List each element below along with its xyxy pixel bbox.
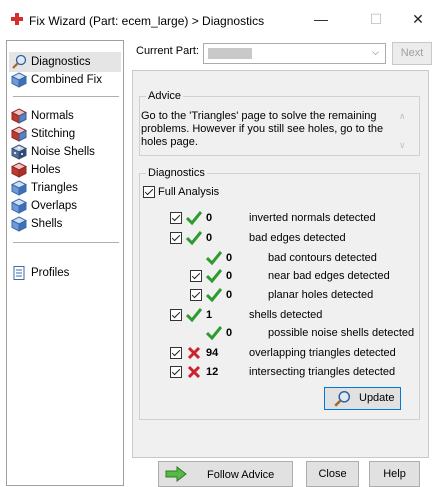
green-arrow-icon [165,466,187,482]
sidebar: Diagnostics Combined Fix Normals Stitchi… [6,40,124,486]
diagnostic-label: planar holes detected [268,289,374,301]
sidebar-item-label: Normals [31,110,74,122]
update-button[interactable]: Update [324,387,401,410]
update-label: Update [359,392,395,404]
diagnostic-count: 1 [206,309,213,321]
advice-group-title: Advice [146,90,184,102]
diagnostic-row-checkbox[interactable] [190,270,202,282]
chevron-down-icon: ⌵ [372,47,379,57]
sidebar-item-label: Holes [31,164,61,176]
diagnostic-label: possible noise shells detected [268,327,415,339]
current-part-label: Current Part: [136,45,199,57]
diagnostic-count: 94 [206,347,219,359]
sidebar-item-profiles[interactable]: Profiles [9,263,69,283]
green-check-icon [206,288,222,303]
diagnostic-row-checkbox[interactable] [170,347,182,359]
triangles-cube-icon [11,180,27,196]
green-check-icon [206,326,222,341]
stitching-cube-icon [11,126,27,142]
sidebar-divider [13,96,119,97]
magnifier-icon [12,54,27,69]
current-part-select[interactable]: ⌵ [203,43,386,64]
diagnostic-row-checkbox[interactable] [170,366,182,378]
sidebar-item-label: Diagnostics [31,56,91,68]
diagnostic-label: near bad edges detected [268,270,390,282]
sidebar-item-holes[interactable]: Holes [9,160,60,180]
diagnostic-label: intersecting triangles detected [249,366,396,378]
sidebar-item-overlaps[interactable]: Overlaps [9,196,77,216]
full-analysis-checkbox[interactable] [143,186,155,198]
sidebar-item-stitching[interactable]: Stitching [9,124,75,144]
diagnostic-label: overlapping triangles detected [249,347,396,359]
diagnostic-count: 0 [226,327,233,339]
green-check-icon [206,251,222,266]
diagnostic-count: 12 [206,366,219,378]
diagnostic-count: 0 [226,289,233,301]
close-button[interactable]: Close [306,461,359,487]
sidebar-item-label: Triangles [31,182,78,194]
advice-text: Go to the 'Triangles' page to solve the … [141,110,384,148]
sidebar-item-label: Noise Shells [31,146,95,158]
sidebar-item-noise-shells[interactable]: Noise Shells [9,142,95,162]
sidebar-item-label: Profiles [31,267,70,279]
window-title: Fix Wizard (Part: ecem_large) > Diagnost… [29,14,265,28]
red-x-icon [187,346,201,360]
diagnostic-count: 0 [226,252,233,264]
close-window-button[interactable]: ✕ [400,8,436,30]
green-check-icon [206,269,222,284]
next-button[interactable]: Next [392,42,432,65]
diagnostic-row-checkbox[interactable] [190,289,202,301]
maximize-button[interactable]: ☐ [358,8,394,30]
diagnostic-count: 0 [206,212,213,224]
green-check-icon [186,308,202,323]
sidebar-item-triangles[interactable]: Triangles [9,178,78,198]
green-check-icon [186,211,202,226]
green-check-icon [186,231,202,246]
diagnostic-label: shells detected [249,309,323,321]
sidebar-item-label: Shells [31,218,63,230]
diagnostic-row-checkbox[interactable] [170,232,182,244]
diagnostic-label: inverted normals detected [249,212,376,224]
sidebar-item-normals[interactable]: Normals [9,106,74,126]
noise-shells-icon [11,144,27,160]
scroll-down-icon[interactable]: ∨ [399,140,406,151]
cube-icon [11,72,27,88]
shells-cube-icon [11,216,27,232]
diagnostic-row-checkbox[interactable] [170,212,182,224]
sidebar-item-combined-fix[interactable]: Combined Fix [9,70,102,90]
minimize-button[interactable]: — [303,8,339,30]
follow-advice-button[interactable]: Follow Advice [158,461,293,487]
title-bar: Fix Wizard (Part: ecem_large) > Diagnost… [0,0,438,38]
red-cross-icon [11,13,23,25]
sidebar-item-label: Combined Fix [31,74,102,86]
sidebar-item-diagnostics[interactable]: Diagnostics [9,52,121,72]
follow-advice-label: Follow Advice [207,469,275,481]
full-analysis-label: Full Analysis [158,186,220,198]
diagnostic-count: 0 [226,270,233,282]
holes-cube-icon [11,162,27,178]
diagnostics-group-title: Diagnostics [146,167,207,179]
diagnostic-label: bad edges detected [249,232,346,244]
scroll-up-icon[interactable]: ∧ [399,111,406,122]
diagnostic-label: bad contours detected [268,252,377,264]
help-button[interactable]: Help [369,461,420,487]
document-icon [13,266,25,280]
sidebar-item-label: Stitching [31,128,76,140]
diagnostic-row-checkbox[interactable] [170,309,182,321]
red-x-icon [187,365,201,379]
magnifier-icon [334,390,351,407]
sidebar-item-label: Overlaps [31,200,78,212]
diagnostic-count: 0 [206,232,213,244]
normals-cube-icon [11,108,27,124]
current-part-value [208,48,252,59]
sidebar-item-shells[interactable]: Shells [9,214,62,234]
overlaps-cube-icon [11,198,27,214]
sidebar-divider [13,242,119,243]
